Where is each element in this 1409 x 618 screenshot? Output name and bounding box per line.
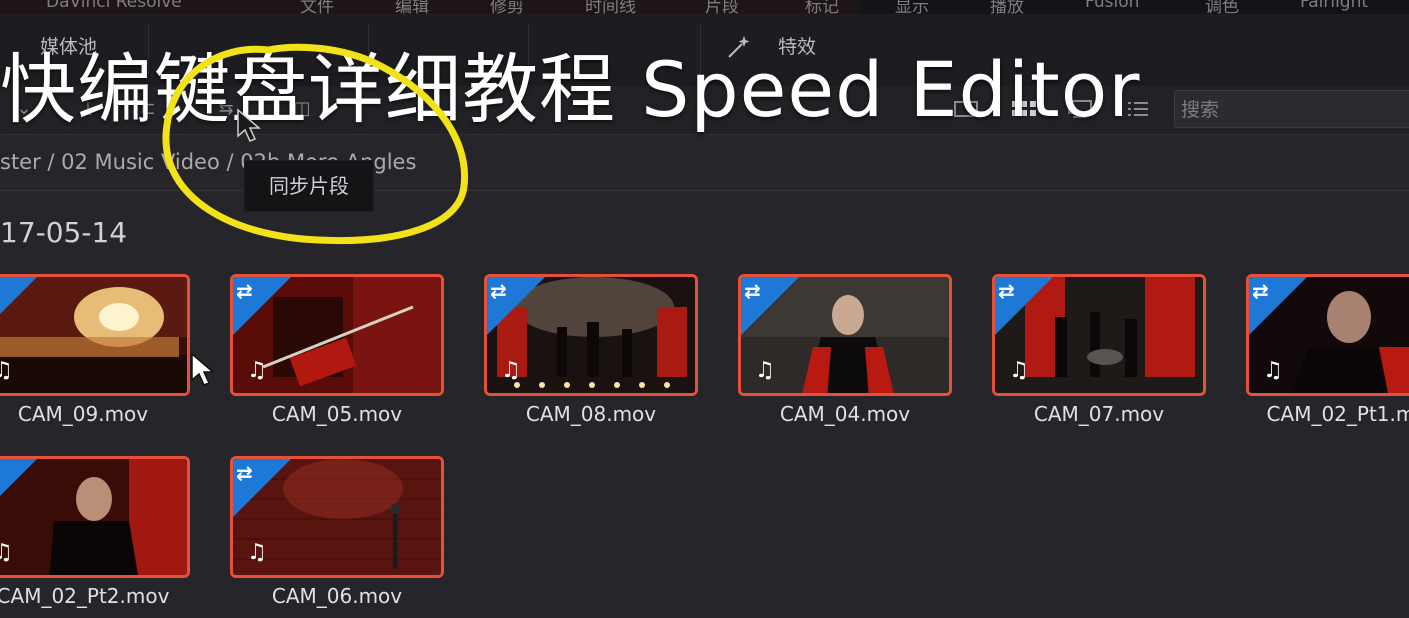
- menu-fairlight[interactable]: Fairlight: [1300, 0, 1368, 12]
- music-note-icon: ♫: [501, 358, 521, 383]
- menu-timeline[interactable]: 时间线: [585, 0, 636, 14]
- search-input[interactable]: 搜索: [1174, 90, 1409, 128]
- clip-thumbnail[interactable]: ⇄ ♫: [992, 274, 1206, 396]
- clip-thumbnail[interactable]: ⇄ ♫: [484, 274, 698, 396]
- clip-thumbnail[interactable]: ⇄ ♫: [738, 274, 952, 396]
- clip-name: CAM_06.mov: [271, 584, 403, 608]
- menu-file[interactable]: 文件: [300, 0, 334, 14]
- clip-item[interactable]: ⇄ ♫ CAM_05.mov: [230, 274, 444, 426]
- clip-item[interactable]: ⇄ ♫ CAM_04.mov: [738, 274, 952, 426]
- highlight-circle-annotation: [162, 43, 469, 245]
- music-note-icon: ♫: [1009, 358, 1029, 383]
- clip-name: CAM_02_Pt2.mov: [0, 584, 170, 608]
- music-note-icon: ♫: [247, 358, 267, 383]
- clip-name: CAM_08.mov: [525, 402, 657, 426]
- clip-name: CAM_04.mov: [779, 402, 911, 426]
- date-group-label: 17-05-14: [0, 216, 128, 249]
- sync-arrows-icon: ⇄: [1252, 279, 1269, 303]
- menu-mark[interactable]: 标记: [805, 0, 839, 14]
- clip-name: CAM_05.mov: [271, 402, 403, 426]
- menu-bar: DaVinci Resolve 文件 编辑 修剪 时间线 片段 标记 显示 播放…: [0, 0, 1409, 14]
- clip-name: CAM_02_Pt1.mov: [1266, 402, 1409, 426]
- menu-clip[interactable]: 片段: [705, 0, 739, 14]
- menu-app[interactable]: DaVinci Resolve: [46, 0, 182, 12]
- menu-trim[interactable]: 修剪: [490, 0, 524, 14]
- clip-thumbnail[interactable]: ⇄ ♫: [0, 274, 190, 396]
- mouse-cursor-icon: [237, 108, 262, 142]
- sync-arrows-icon: ⇄: [744, 279, 761, 303]
- menu-color[interactable]: 调色: [1205, 0, 1239, 14]
- menu-view[interactable]: 显示: [895, 0, 929, 14]
- sync-badge: [0, 459, 37, 517]
- music-note-icon: ♫: [1263, 358, 1283, 383]
- mouse-cursor-icon: [191, 352, 216, 386]
- clip-item[interactable]: ⇄ ♫ CAM_09.mov: [0, 274, 190, 426]
- clip-thumbnail[interactable]: ⇄ ♫: [230, 274, 444, 396]
- clip-name: CAM_07.mov: [1033, 402, 1165, 426]
- sync-arrows-icon: ⇄: [236, 279, 253, 303]
- clip-item[interactable]: ⇄ ♫ CAM_08.mov: [484, 274, 698, 426]
- clip-item[interactable]: ⇄ ♫ CAM_06.mov: [230, 456, 444, 608]
- clip-item[interactable]: ⇄ ♫ CAM_02_Pt1.mov: [1246, 274, 1409, 426]
- clip-item[interactable]: ⇄ ♫ CAM_02_Pt2.mov: [0, 456, 190, 608]
- sync-badge: [0, 277, 37, 335]
- menu-fusion[interactable]: Fusion: [1085, 0, 1139, 12]
- clip-thumbnail[interactable]: ⇄ ♫: [0, 456, 190, 578]
- clip-thumbnail[interactable]: ⇄ ♫: [230, 456, 444, 578]
- menu-playback[interactable]: 播放: [990, 0, 1024, 14]
- music-note-icon: ♫: [0, 358, 13, 383]
- clip-item[interactable]: ⇄ ♫ CAM_07.mov: [992, 274, 1206, 426]
- sync-arrows-icon: ⇄: [236, 461, 253, 485]
- sync-arrows-icon: ⇄: [998, 279, 1015, 303]
- music-note-icon: ♫: [247, 540, 267, 565]
- clip-name: CAM_09.mov: [17, 402, 149, 426]
- menu-edit[interactable]: 编辑: [395, 0, 429, 14]
- music-note-icon: ♫: [0, 540, 13, 565]
- clip-thumbnail[interactable]: ⇄ ♫: [1246, 274, 1409, 396]
- sync-arrows-icon: ⇄: [490, 279, 507, 303]
- music-note-icon: ♫: [755, 358, 775, 383]
